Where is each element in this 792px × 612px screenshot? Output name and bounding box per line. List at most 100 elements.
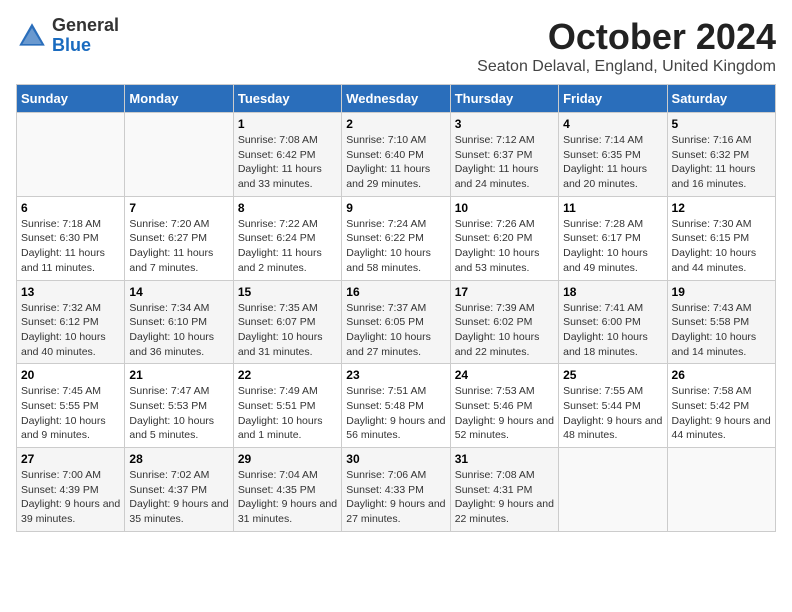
day-cell xyxy=(125,113,233,197)
day-info: Sunrise: 7:12 AMSunset: 6:37 PMDaylight:… xyxy=(455,133,554,192)
day-info: Sunrise: 7:35 AMSunset: 6:07 PMDaylight:… xyxy=(238,301,337,360)
day-number: 19 xyxy=(672,285,771,299)
day-number: 26 xyxy=(672,368,771,382)
day-info: Sunrise: 7:08 AMSunset: 4:31 PMDaylight:… xyxy=(455,468,554,527)
day-number: 29 xyxy=(238,452,337,466)
week-row-3: 13 Sunrise: 7:32 AMSunset: 6:12 PMDayligh… xyxy=(17,280,776,364)
day-info: Sunrise: 7:28 AMSunset: 6:17 PMDaylight:… xyxy=(563,217,662,276)
day-number: 10 xyxy=(455,201,554,215)
day-number: 5 xyxy=(672,117,771,131)
day-number: 22 xyxy=(238,368,337,382)
day-info: Sunrise: 7:49 AMSunset: 5:51 PMDaylight:… xyxy=(238,384,337,443)
calendar-body: 1 Sunrise: 7:08 AMSunset: 6:42 PMDaylight… xyxy=(17,113,776,532)
day-number: 21 xyxy=(129,368,228,382)
day-info: Sunrise: 7:16 AMSunset: 6:32 PMDaylight:… xyxy=(672,133,771,192)
day-cell: 6 Sunrise: 7:18 AMSunset: 6:30 PMDaylight… xyxy=(17,196,125,280)
day-cell: 29 Sunrise: 7:04 AMSunset: 4:35 PMDayligh… xyxy=(233,448,341,532)
day-number: 6 xyxy=(21,201,120,215)
day-number: 8 xyxy=(238,201,337,215)
day-info: Sunrise: 7:00 AMSunset: 4:39 PMDaylight:… xyxy=(21,468,120,527)
day-number: 24 xyxy=(455,368,554,382)
month-title: October 2024 xyxy=(477,16,776,58)
day-number: 27 xyxy=(21,452,120,466)
day-cell xyxy=(667,448,775,532)
day-info: Sunrise: 7:30 AMSunset: 6:15 PMDaylight:… xyxy=(672,217,771,276)
day-cell: 27 Sunrise: 7:00 AMSunset: 4:39 PMDayligh… xyxy=(17,448,125,532)
day-info: Sunrise: 7:20 AMSunset: 6:27 PMDaylight:… xyxy=(129,217,228,276)
day-number: 31 xyxy=(455,452,554,466)
day-info: Sunrise: 7:22 AMSunset: 6:24 PMDaylight:… xyxy=(238,217,337,276)
day-number: 18 xyxy=(563,285,662,299)
day-cell: 23 Sunrise: 7:51 AMSunset: 5:48 PMDayligh… xyxy=(342,364,450,448)
day-info: Sunrise: 7:39 AMSunset: 6:02 PMDaylight:… xyxy=(455,301,554,360)
day-info: Sunrise: 7:26 AMSunset: 6:20 PMDaylight:… xyxy=(455,217,554,276)
day-number: 13 xyxy=(21,285,120,299)
week-row-5: 27 Sunrise: 7:00 AMSunset: 4:39 PMDayligh… xyxy=(17,448,776,532)
day-info: Sunrise: 7:06 AMSunset: 4:33 PMDaylight:… xyxy=(346,468,445,527)
header-thursday: Thursday xyxy=(450,85,558,113)
day-cell xyxy=(559,448,667,532)
day-cell: 8 Sunrise: 7:22 AMSunset: 6:24 PMDaylight… xyxy=(233,196,341,280)
day-cell: 15 Sunrise: 7:35 AMSunset: 6:07 PMDayligh… xyxy=(233,280,341,364)
day-number: 14 xyxy=(129,285,228,299)
day-cell: 24 Sunrise: 7:53 AMSunset: 5:46 PMDayligh… xyxy=(450,364,558,448)
calendar-header: SundayMondayTuesdayWednesdayThursdayFrid… xyxy=(17,85,776,113)
day-info: Sunrise: 7:08 AMSunset: 6:42 PMDaylight:… xyxy=(238,133,337,192)
day-cell: 19 Sunrise: 7:43 AMSunset: 5:58 PMDayligh… xyxy=(667,280,775,364)
day-cell xyxy=(17,113,125,197)
logo-icon xyxy=(16,20,48,52)
title-block: October 2024 Seaton Delaval, England, Un… xyxy=(477,16,776,76)
day-info: Sunrise: 7:02 AMSunset: 4:37 PMDaylight:… xyxy=(129,468,228,527)
day-info: Sunrise: 7:45 AMSunset: 5:55 PMDaylight:… xyxy=(21,384,120,443)
page-header: General Blue October 2024 Seaton Delaval… xyxy=(16,16,776,76)
day-cell: 7Sunrise: 7:20 AMSunset: 6:27 PMDaylight… xyxy=(125,196,233,280)
location: Seaton Delaval, England, United Kingdom xyxy=(477,58,776,76)
day-cell: 25Sunrise: 7:55 AMSunset: 5:44 PMDayligh… xyxy=(559,364,667,448)
day-number: 2 xyxy=(346,117,445,131)
day-number: 15 xyxy=(238,285,337,299)
day-info: Sunrise: 7:41 AMSunset: 6:00 PMDaylight:… xyxy=(563,301,662,360)
day-cell: 20 Sunrise: 7:45 AMSunset: 5:55 PMDayligh… xyxy=(17,364,125,448)
day-info: Sunrise: 7:34 AMSunset: 6:10 PMDaylight:… xyxy=(129,301,228,360)
day-cell: 10 Sunrise: 7:26 AMSunset: 6:20 PMDayligh… xyxy=(450,196,558,280)
day-cell: 21Sunrise: 7:47 AMSunset: 5:53 PMDayligh… xyxy=(125,364,233,448)
day-info: Sunrise: 7:04 AMSunset: 4:35 PMDaylight:… xyxy=(238,468,337,527)
day-number: 28 xyxy=(129,452,228,466)
calendar-table: SundayMondayTuesdayWednesdayThursdayFrid… xyxy=(16,84,776,532)
day-number: 3 xyxy=(455,117,554,131)
day-cell: 4Sunrise: 7:14 AMSunset: 6:35 PMDaylight… xyxy=(559,113,667,197)
day-info: Sunrise: 7:43 AMSunset: 5:58 PMDaylight:… xyxy=(672,301,771,360)
header-monday: Monday xyxy=(125,85,233,113)
day-number: 11 xyxy=(563,201,662,215)
day-number: 16 xyxy=(346,285,445,299)
header-wednesday: Wednesday xyxy=(342,85,450,113)
day-info: Sunrise: 7:58 AMSunset: 5:42 PMDaylight:… xyxy=(672,384,771,443)
day-info: Sunrise: 7:14 AMSunset: 6:35 PMDaylight:… xyxy=(563,133,662,192)
logo: General Blue xyxy=(16,16,119,56)
day-cell: 28 Sunrise: 7:02 AMSunset: 4:37 PMDayligh… xyxy=(125,448,233,532)
day-number: 12 xyxy=(672,201,771,215)
day-number: 1 xyxy=(238,117,337,131)
day-info: Sunrise: 7:53 AMSunset: 5:46 PMDaylight:… xyxy=(455,384,554,443)
day-number: 9 xyxy=(346,201,445,215)
day-info: Sunrise: 7:32 AMSunset: 6:12 PMDaylight:… xyxy=(21,301,120,360)
day-number: 17 xyxy=(455,285,554,299)
day-cell: 17 Sunrise: 7:39 AMSunset: 6:02 PMDayligh… xyxy=(450,280,558,364)
day-cell: 11 Sunrise: 7:28 AMSunset: 6:17 PMDayligh… xyxy=(559,196,667,280)
week-row-1: 1 Sunrise: 7:08 AMSunset: 6:42 PMDaylight… xyxy=(17,113,776,197)
header-saturday: Saturday xyxy=(667,85,775,113)
day-info: Sunrise: 7:18 AMSunset: 6:30 PMDaylight:… xyxy=(21,217,120,276)
day-cell: 2 Sunrise: 7:10 AMSunset: 6:40 PMDaylight… xyxy=(342,113,450,197)
day-info: Sunrise: 7:51 AMSunset: 5:48 PMDaylight:… xyxy=(346,384,445,443)
day-number: 30 xyxy=(346,452,445,466)
day-number: 25 xyxy=(563,368,662,382)
day-number: 23 xyxy=(346,368,445,382)
day-cell: 14 Sunrise: 7:34 AMSunset: 6:10 PMDayligh… xyxy=(125,280,233,364)
day-cell: 9Sunrise: 7:24 AMSunset: 6:22 PMDaylight… xyxy=(342,196,450,280)
day-number: 20 xyxy=(21,368,120,382)
day-cell: 22 Sunrise: 7:49 AMSunset: 5:51 PMDayligh… xyxy=(233,364,341,448)
day-cell: 13 Sunrise: 7:32 AMSunset: 6:12 PMDayligh… xyxy=(17,280,125,364)
day-cell: 3 Sunrise: 7:12 AMSunset: 6:37 PMDaylight… xyxy=(450,113,558,197)
header-sunday: Sunday xyxy=(17,85,125,113)
day-info: Sunrise: 7:10 AMSunset: 6:40 PMDaylight:… xyxy=(346,133,445,192)
